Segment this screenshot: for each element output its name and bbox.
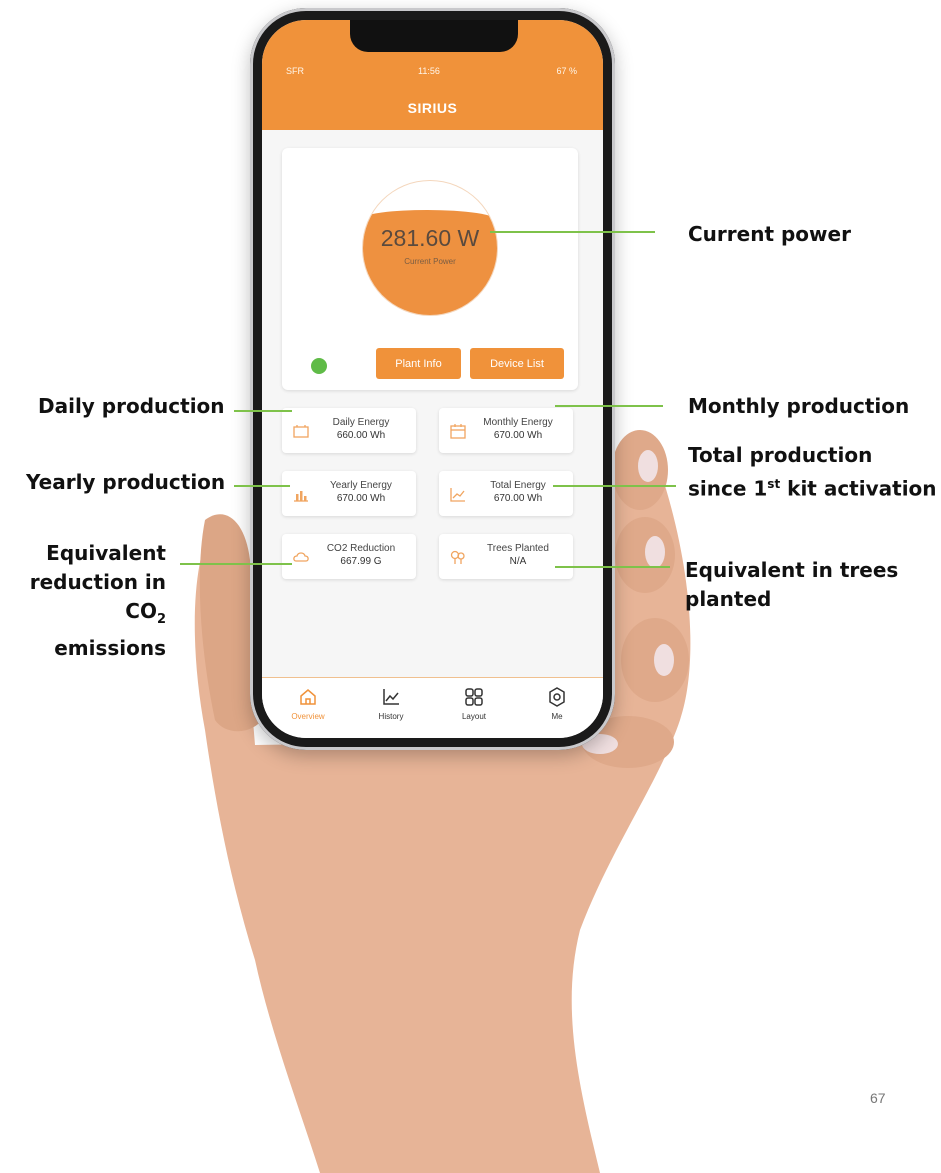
- bar-chart-icon: [294, 491, 308, 502]
- battery-icon: [293, 425, 309, 438]
- page-number: 67: [870, 1090, 886, 1106]
- tile-label: Monthly Energy: [483, 417, 553, 428]
- home-icon: [300, 689, 316, 705]
- phone-frame: SFR 11:56 67 % SIRIUS 281.60 W Current P…: [250, 8, 615, 750]
- co2-reduction-tile[interactable]: CO2 Reduction 667.99 G: [282, 534, 416, 579]
- chart-icon: [383, 689, 399, 705]
- notch: [350, 20, 518, 52]
- tab-label: Overview: [291, 712, 325, 721]
- annotation-co2-line2: reduction in: [29, 570, 166, 594]
- bottom-tab-bar: Overview History Layout Me: [262, 677, 603, 738]
- leader-monthly: [555, 405, 663, 407]
- tab-me[interactable]: Me: [527, 686, 587, 721]
- annotation-subscript: 2: [156, 612, 166, 627]
- annotation-daily: Daily production: [38, 394, 225, 418]
- app-title: SIRIUS: [407, 100, 458, 116]
- leader-current-power: [490, 231, 655, 233]
- total-energy-tile[interactable]: Total Energy 670.00 Wh: [439, 471, 573, 516]
- monthly-energy-tile[interactable]: Monthly Energy 670.00 Wh: [439, 408, 573, 453]
- clock: 11:56: [418, 66, 440, 76]
- leader-daily: [234, 410, 292, 412]
- leader-total: [553, 485, 676, 487]
- tile-value: 670.00 Wh: [336, 493, 386, 504]
- line-chart-icon: [450, 488, 465, 502]
- annotation-text: kit activation: [780, 476, 937, 501]
- annotation-current-power: Current power: [688, 222, 851, 246]
- daily-energy-tile[interactable]: Daily Energy 660.00 Wh: [282, 408, 416, 453]
- leader-co2: [180, 563, 292, 565]
- annotation-total: Total production since 1st kit activatio…: [688, 441, 937, 504]
- tile-value: N/A: [509, 556, 527, 567]
- annotation-monthly: Monthly production: [688, 394, 910, 418]
- tile-label: Yearly Energy: [330, 480, 392, 491]
- trees-icon: [450, 550, 465, 564]
- tile-label: Trees Planted: [487, 543, 549, 554]
- grid-icon: [465, 688, 483, 706]
- annotation-superscript: st: [767, 477, 781, 491]
- tile-value: 670.00 Wh: [493, 493, 543, 504]
- plant-info-button[interactable]: Plant Info: [376, 348, 461, 379]
- annotation-trees-line2: planted: [685, 587, 772, 611]
- tab-history[interactable]: History: [361, 686, 421, 721]
- leader-yearly: [234, 485, 290, 487]
- carrier-label: SFR: [286, 66, 304, 76]
- online-status-dot: [311, 358, 327, 374]
- tab-label: Me: [551, 712, 563, 721]
- annotation-co2-line1: Equivalent: [46, 541, 166, 565]
- annotation-trees-line1: Equivalent in trees: [685, 558, 899, 582]
- settings-icon: [549, 687, 565, 707]
- annotation-total-line1: Total production: [688, 443, 873, 467]
- annotation-total-line2: since 1st kit activation: [688, 470, 937, 504]
- annotation-yearly: Yearly production: [26, 470, 226, 494]
- current-power-value: 281.60 W: [380, 225, 480, 251]
- tile-label: CO2 Reduction: [326, 543, 396, 554]
- tab-label: Layout: [461, 712, 487, 721]
- power-card: 281.60 W Current Power Plant Info Device…: [282, 148, 578, 390]
- battery-level: 67 %: [556, 66, 577, 76]
- tab-layout[interactable]: Layout: [444, 686, 504, 721]
- current-power-gauge: 281.60 W Current Power: [363, 181, 497, 315]
- device-list-button[interactable]: Device List: [470, 348, 564, 379]
- tile-label: Daily Energy: [332, 417, 390, 428]
- tile-value: 670.00 Wh: [493, 430, 543, 441]
- yearly-energy-tile[interactable]: Yearly Energy 670.00 Wh: [282, 471, 416, 516]
- cloud-icon: [293, 552, 309, 562]
- tab-overview[interactable]: Overview: [278, 686, 338, 721]
- annotation-co2-line3: CO2 emissions: [8, 597, 166, 663]
- annotation-text: CO: [125, 599, 157, 623]
- annotation-co2: Equivalent reduction in CO2 emissions: [8, 539, 166, 663]
- tab-label: History: [378, 712, 404, 721]
- current-power-label: Current Power: [404, 257, 456, 266]
- phone-screen: SFR 11:56 67 % SIRIUS 281.60 W Current P…: [262, 20, 603, 738]
- annotation-trees: Equivalent in trees planted: [685, 556, 898, 614]
- annotation-text: emissions: [54, 636, 166, 660]
- leader-trees: [555, 566, 670, 568]
- tile-value: 667.99 G: [340, 556, 382, 567]
- annotation-text: since 1: [688, 476, 768, 501]
- tile-value: 660.00 Wh: [336, 430, 386, 441]
- calendar-icon: [450, 424, 466, 439]
- trees-planted-tile[interactable]: Trees Planted N/A: [439, 534, 573, 579]
